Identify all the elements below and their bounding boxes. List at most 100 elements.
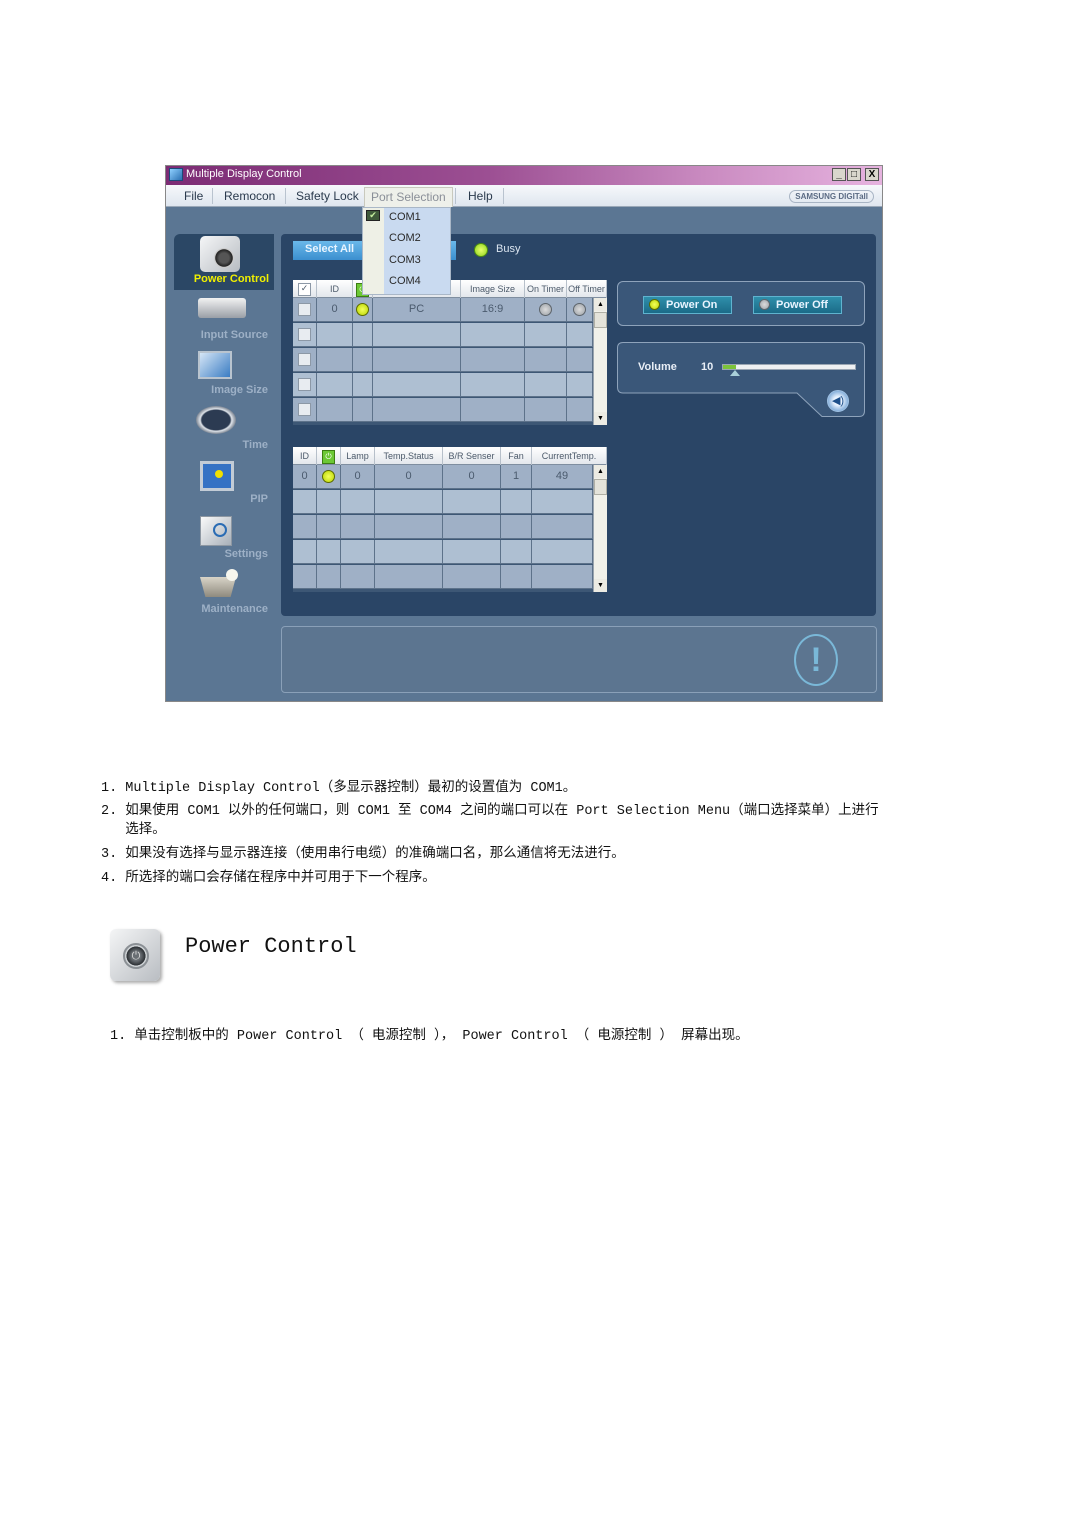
dropdown-item-com1[interactable]: ✔ COM1 (363, 208, 450, 229)
row-checkbox[interactable] (293, 323, 317, 346)
busy-label: Busy (496, 243, 521, 255)
cell-image_size (461, 373, 525, 396)
close-button[interactable]: X (865, 168, 879, 181)
header-id[interactable]: ID (317, 280, 353, 298)
checkbox[interactable] (298, 402, 311, 416)
cell-current_temp (532, 565, 593, 588)
cell-off_timer (567, 323, 593, 346)
volume-slider[interactable] (722, 364, 856, 370)
status-grid-scrollbar[interactable]: ▲ ▼ (593, 465, 607, 592)
row-checkbox[interactable] (293, 348, 317, 371)
menu-remocon[interactable]: Remocon (218, 188, 281, 204)
menu-file[interactable]: File (178, 188, 209, 204)
header-temp-status[interactable]: Temp.Status (375, 447, 443, 465)
cell-on_timer (525, 348, 567, 371)
scroll-down-icon[interactable]: ▼ (594, 579, 607, 592)
power-knob-icon: ⏻ (123, 943, 149, 969)
minimize-button[interactable]: _ (832, 168, 846, 181)
maintenance-bulb-icon (226, 569, 238, 581)
scroll-thumb[interactable] (594, 312, 607, 328)
power-on-button[interactable]: Power On (643, 296, 732, 314)
header-current-temp[interactable]: CurrentTemp. (532, 447, 607, 465)
dropdown-item-label: COM2 (389, 232, 421, 244)
scroll-up-icon[interactable]: ▲ (594, 298, 607, 311)
header-on-timer[interactable]: On Timer (525, 280, 567, 298)
checkmark-icon: ✔ (366, 210, 380, 221)
header-off-timer[interactable]: Off Timer (567, 280, 607, 298)
dropdown-item-com4[interactable]: COM4 (363, 272, 450, 293)
table-row[interactable] (293, 323, 593, 347)
table-row[interactable] (293, 540, 593, 564)
table-row[interactable] (293, 490, 593, 514)
cell-current_temp (532, 515, 593, 538)
cell-power (353, 398, 373, 421)
sidebar-item-pip[interactable]: PIP (176, 459, 276, 509)
scroll-thumb[interactable] (594, 479, 607, 495)
header-fan[interactable]: Fan (501, 447, 532, 465)
sidebar-item-label: Power Control (193, 273, 269, 285)
sidebar-item-image-size[interactable]: Image Size (176, 349, 276, 399)
note-4: 4. 所选择的端口会存储在程序中并可用于下一个程序。 (101, 871, 436, 886)
checkbox[interactable] (298, 377, 311, 391)
table-row[interactable] (293, 515, 593, 539)
menu-port-selection[interactable]: Port Selection (364, 187, 453, 207)
cell-current_temp (532, 540, 593, 563)
cell-power (317, 465, 341, 488)
table-row[interactable] (293, 373, 593, 397)
cell-power (353, 298, 373, 321)
cell-br_sensor (443, 490, 501, 513)
row-checkbox[interactable] (293, 373, 317, 396)
row-checkbox[interactable] (293, 398, 317, 421)
sidebar-item-label: Maintenance (201, 603, 268, 615)
checkbox[interactable] (298, 302, 311, 316)
table-row[interactable] (293, 348, 593, 372)
cell-fan (501, 565, 532, 588)
dropdown-item-com2[interactable]: COM2 (363, 229, 450, 250)
cell-off_timer (567, 298, 593, 321)
volume-label: Volume (638, 361, 677, 373)
table-row[interactable] (293, 398, 593, 422)
header-power[interactable]: ⏻ (317, 447, 341, 465)
cell-power (317, 540, 341, 563)
input-box-icon (198, 298, 246, 318)
header-br-sensor[interactable]: B/R Senser (443, 447, 501, 465)
row-checkbox[interactable] (293, 298, 317, 321)
header-id[interactable]: ID (293, 447, 317, 465)
power-off-led-icon (759, 299, 770, 310)
cell-input (373, 373, 461, 396)
table-row[interactable]: 0 0 0 0 1 49 (293, 465, 593, 489)
sidebar-item-time[interactable]: Time (176, 404, 276, 454)
display-grid-scrollbar[interactable]: ▲ ▼ (593, 298, 607, 425)
volume-slider-thumb[interactable] (730, 370, 740, 376)
header-lamp[interactable]: Lamp (341, 447, 375, 465)
status-message-panel (281, 626, 877, 693)
sidebar-item-power-control[interactable]: Power Control (176, 236, 276, 288)
power-cube-icon (200, 236, 240, 272)
maximize-button[interactable]: □ (847, 168, 861, 181)
header-select-checkbox[interactable]: ✓ (293, 280, 317, 298)
port-selection-dropdown: ✔ COM1 COM2 COM3 COM4 (362, 207, 451, 295)
sidebar-item-input-source[interactable]: Input Source (176, 294, 276, 344)
title-bar: Multiple Display Control _ □ X (166, 166, 882, 185)
header-image-size[interactable]: Image Size (461, 280, 525, 298)
table-row[interactable] (293, 565, 593, 589)
cell-power (317, 515, 341, 538)
table-row[interactable]: 0 PC 16:9 (293, 298, 593, 322)
menu-help[interactable]: Help (462, 188, 499, 204)
menu-safety-lock[interactable]: Safety Lock (290, 188, 365, 204)
sidebar-item-maintenance[interactable]: Maintenance (176, 569, 276, 619)
checkbox[interactable] (298, 352, 311, 366)
cell-id (293, 490, 317, 513)
scroll-down-icon[interactable]: ▼ (594, 412, 607, 425)
cell-temp_status (375, 540, 443, 563)
cell-br_sensor (443, 565, 501, 588)
speaker-mute-icon[interactable]: ◀) (827, 390, 849, 412)
power-off-button[interactable]: Power Off (753, 296, 842, 314)
scroll-up-icon[interactable]: ▲ (594, 465, 607, 478)
note-2-cont: 选择。 (101, 823, 166, 838)
sidebar-item-settings[interactable]: Settings (176, 514, 276, 564)
cell-off_timer (567, 373, 593, 396)
dropdown-item-com3[interactable]: COM3 (363, 251, 450, 272)
checkbox[interactable] (298, 327, 311, 341)
sidebar-item-label: PIP (250, 493, 268, 505)
